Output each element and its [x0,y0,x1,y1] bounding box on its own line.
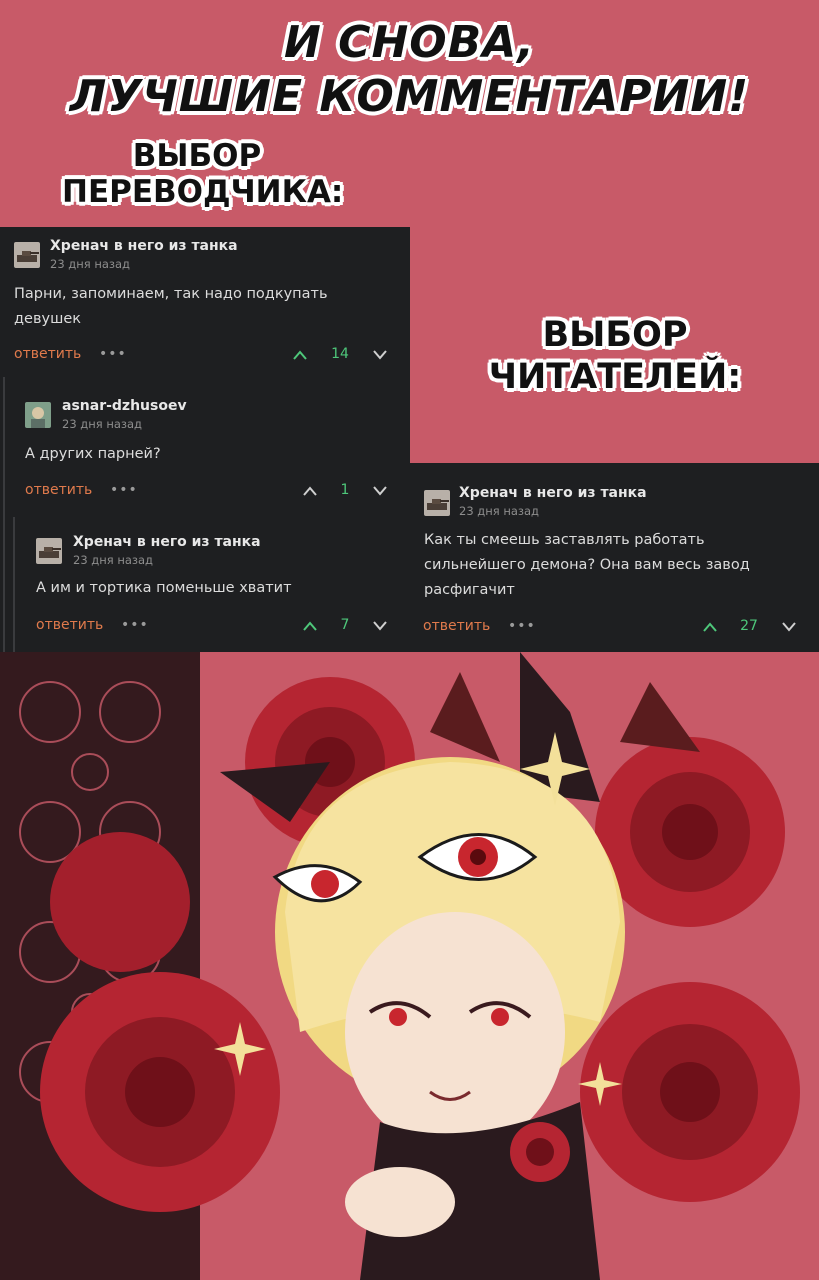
translator-choice-label: ВЫБОР ПЕРЕВОДЧИКА: [62,138,344,210]
translator-comments-panel: Хренач в него из танка 23 дня назад Парн… [0,227,410,652]
translator-label-line-2: ПЕРЕВОДЧИКА: [62,174,344,210]
vote-count: 1 [340,482,350,498]
more-options-icon[interactable]: ••• [110,482,138,498]
reply-button[interactable]: ответить [423,618,490,634]
comment-item: Хренач в него из танка 23 дня назад Как … [410,463,819,652]
comment-author[interactable]: Хренач в него из танка [73,534,261,550]
readers-choice-label: ВЫБОР ЧИТАТЕЛЕЙ: [480,314,750,398]
more-options-icon[interactable]: ••• [121,617,149,633]
tank-avatar-icon[interactable] [36,538,62,564]
downvote-icon[interactable] [372,485,388,497]
comment-text-line: Парни, запоминаем, так надо подкупать [14,286,328,302]
translator-label-line-1: ВЫБОР [132,138,262,174]
comment-item: asnar-dzhusoev 23 дня назад А других пар… [0,387,410,517]
comment-text-line: расфигачит [424,582,515,598]
headline-line-1: И СНОВА, [284,17,535,68]
tank-avatar-icon[interactable] [14,242,40,268]
character-avatar-icon[interactable] [25,402,51,428]
reply-button[interactable]: ответить [25,482,92,498]
comment-time: 23 дня назад [62,417,143,431]
comment-text: Парни, запоминаем, так надо подкупать де… [14,282,328,332]
readers-comments-panel: Хренач в него из танка 23 дня назад Как … [410,463,819,652]
more-options-icon[interactable]: ••• [508,618,536,634]
comment-text-line: А им и тортика поменьше хватит [36,580,292,596]
reply-button[interactable]: ответить [14,346,81,362]
comment-time: 23 дня назад [50,257,131,271]
tank-avatar-icon[interactable] [424,490,450,516]
comment-author[interactable]: asnar-dzhusoev [62,398,187,414]
comment-text: А им и тортика поменьше хватит [36,576,292,601]
upvote-icon[interactable] [292,349,308,361]
comment-text-line: Как ты смеешь заставлять работать [424,532,705,548]
downvote-icon[interactable] [372,349,388,361]
demon-girl-artwork [0,652,819,1280]
more-options-icon[interactable]: ••• [99,346,127,362]
downvote-icon[interactable] [781,621,797,633]
comment-item: Хренач в него из танка 23 дня назад А им… [0,523,410,652]
comment-text-line: девушек [14,311,82,327]
upvote-icon[interactable] [302,485,318,497]
comment-text: А других парней? [25,442,161,467]
upvote-icon[interactable] [302,620,318,632]
comment-author[interactable]: Хренач в него из танка [459,485,647,501]
comment-author[interactable]: Хренач в него из танка [50,238,238,254]
comment-text-line: сильнейшего демона? Она вам весь завод [424,557,750,573]
comment-time: 23 дня назад [73,553,154,567]
vote-count: 7 [340,617,350,633]
vote-count: 14 [331,346,349,362]
character-illustration [0,652,819,1280]
comment-text-line: А других парней? [25,446,161,462]
downvote-icon[interactable] [372,620,388,632]
vote-count: 27 [740,618,758,634]
readers-label-line-1: ВЫБОР [542,315,688,355]
headline-line-2: ЛУЧШИЕ КОММЕНТАРИИ! [69,71,750,122]
readers-label-line-2: ЧИТАТЕЛЕЙ: [488,357,742,397]
comment-text: Как ты смеешь заставлять работать сильне… [424,528,750,603]
comment-time: 23 дня назад [459,504,540,518]
upvote-icon[interactable] [702,621,718,633]
comment-item: Хренач в него из танка 23 дня назад Парн… [0,227,410,377]
reply-button[interactable]: ответить [36,617,103,633]
